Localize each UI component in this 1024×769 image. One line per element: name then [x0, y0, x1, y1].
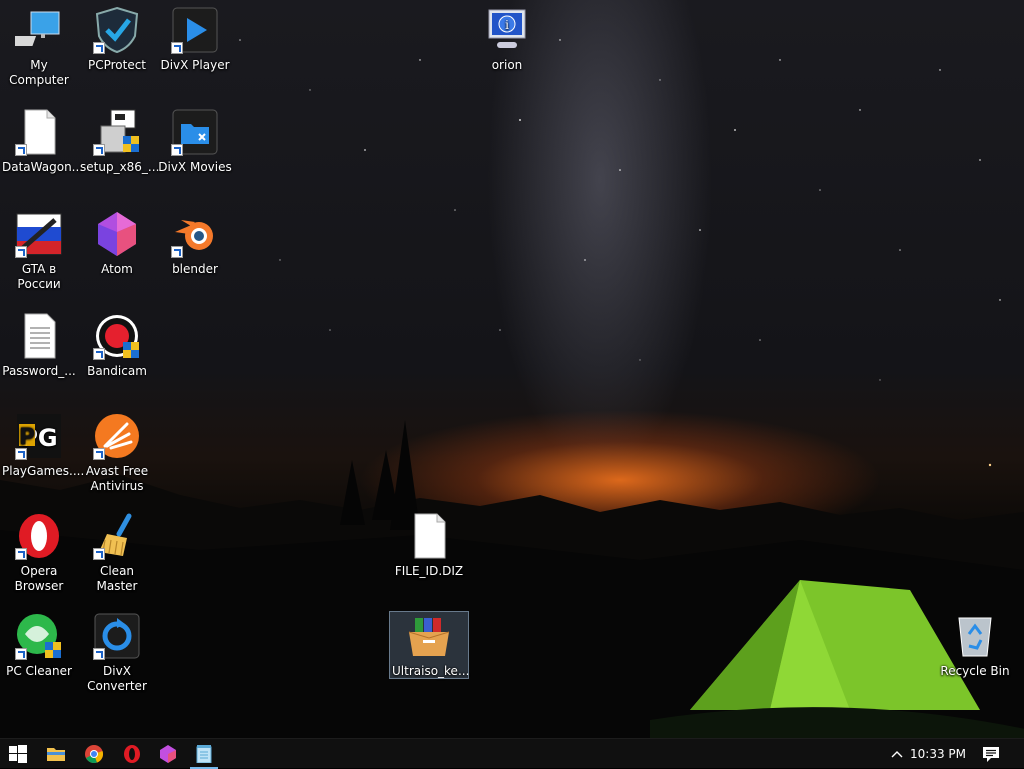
desktop-icon-playgames[interactable]: PG P PlayGames....: [0, 412, 84, 479]
gta-icon: [15, 210, 63, 258]
folder-icon: [47, 748, 65, 761]
taskbar-opera[interactable]: [114, 739, 150, 769]
shortcut-arrow-icon: [93, 348, 105, 360]
taskbar-notepad[interactable]: [186, 739, 222, 769]
desktop-icon-atom[interactable]: Atom: [78, 210, 156, 277]
info-monitor-icon: i: [483, 6, 531, 54]
shortcut-arrow-icon: [171, 246, 183, 258]
desktop-icon-gta[interactable]: GTA в России: [0, 210, 78, 292]
desktop-icon-divx-player[interactable]: DivX Player: [156, 6, 234, 73]
shortcut-arrow-icon: [171, 42, 183, 54]
desktop-icon-bandicam[interactable]: Bandicam: [78, 312, 156, 379]
shortcut-arrow-icon: [93, 548, 105, 560]
desktop-icon-clean-master[interactable]: Clean Master: [78, 512, 156, 594]
play-icon: [171, 6, 219, 54]
blender-icon: [171, 210, 219, 258]
action-center-icon: [983, 746, 999, 762]
desktop-icon-pcprotect[interactable]: PCProtect: [78, 6, 156, 73]
start-button[interactable]: [0, 739, 36, 769]
desktop-icon-ultraiso[interactable]: Ultraiso_ke...: [389, 611, 469, 679]
svg-text:P: P: [19, 425, 35, 450]
divx-converter-icon: [93, 612, 141, 660]
movies-folder-icon: [171, 108, 219, 156]
shortcut-arrow-icon: [93, 448, 105, 460]
shield-icon: [93, 6, 141, 54]
pg-icon: PG P: [15, 412, 63, 460]
avast-icon: [93, 412, 141, 460]
computer-icon: [10, 6, 63, 54]
text-file-icon: [15, 312, 63, 360]
desktop-icon-recycle-bin[interactable]: Recycle Bin: [936, 612, 1014, 679]
desktop-icon-avast[interactable]: Avast Free Antivirus: [78, 412, 156, 494]
opera-icon: [124, 745, 140, 763]
desktop-icon-divx-converter[interactable]: DivX Converter: [78, 612, 156, 694]
notepad-icon: [196, 745, 212, 763]
shortcut-arrow-icon: [93, 144, 105, 156]
desktop-icon-orion[interactable]: i orion: [468, 6, 546, 73]
recycle-bin-icon: [951, 612, 999, 660]
desktop-icon-datawagon[interactable]: DataWagon...: [0, 108, 83, 175]
atom-icon: [160, 745, 176, 763]
shortcut-arrow-icon: [15, 448, 27, 460]
desktop-icon-opera[interactable]: Opera Browser: [0, 512, 78, 594]
tray-clock[interactable]: 10:33 PM: [910, 739, 966, 769]
shortcut-arrow-icon: [93, 42, 105, 54]
desktop-icon-my-computer[interactable]: My Computer: [0, 6, 78, 88]
bandicam-icon: [93, 312, 141, 360]
desktop-icon-password-file[interactable]: Password_...: [0, 312, 78, 379]
chrome-icon: [85, 745, 103, 763]
shortcut-arrow-icon: [171, 144, 183, 156]
taskbar-file-explorer[interactable]: [38, 739, 74, 769]
shortcut-arrow-icon: [15, 144, 27, 156]
shortcut-arrow-icon: [93, 648, 105, 660]
action-center-button[interactable]: [974, 739, 1008, 769]
blank-file-icon: [15, 108, 63, 156]
desktop-icon-pc-cleaner[interactable]: PC Cleaner: [0, 612, 78, 679]
shortcut-arrow-icon: [15, 246, 27, 258]
desktop-icon-divx-movies[interactable]: DivX Movies: [156, 108, 234, 175]
windows-logo-icon: [9, 745, 27, 763]
installer-icon: [93, 108, 141, 156]
tray-show-hidden-icons[interactable]: [880, 739, 914, 769]
svg-text:i: i: [505, 18, 509, 32]
shortcut-arrow-icon: [15, 548, 27, 560]
blank-file-icon: [405, 512, 453, 560]
archive-box-icon: [405, 612, 453, 660]
shortcut-arrow-icon: [15, 648, 27, 660]
desktop-icon-file-id-diz[interactable]: FILE_ID.DIZ: [390, 512, 468, 579]
pc-cleaner-icon: [15, 612, 63, 660]
opera-icon: [15, 512, 63, 560]
desktop-icon-setup-x86[interactable]: setup_x86_...: [78, 108, 159, 175]
broom-icon: [93, 512, 141, 560]
chevron-up-icon: [891, 751, 903, 758]
desktop-icon-blender[interactable]: blender: [156, 210, 234, 277]
atom-icon: [93, 210, 141, 258]
taskbar-atom[interactable]: [150, 739, 186, 769]
taskbar-chrome[interactable]: [76, 739, 112, 769]
taskbar: 10:33 PM: [0, 738, 1024, 769]
